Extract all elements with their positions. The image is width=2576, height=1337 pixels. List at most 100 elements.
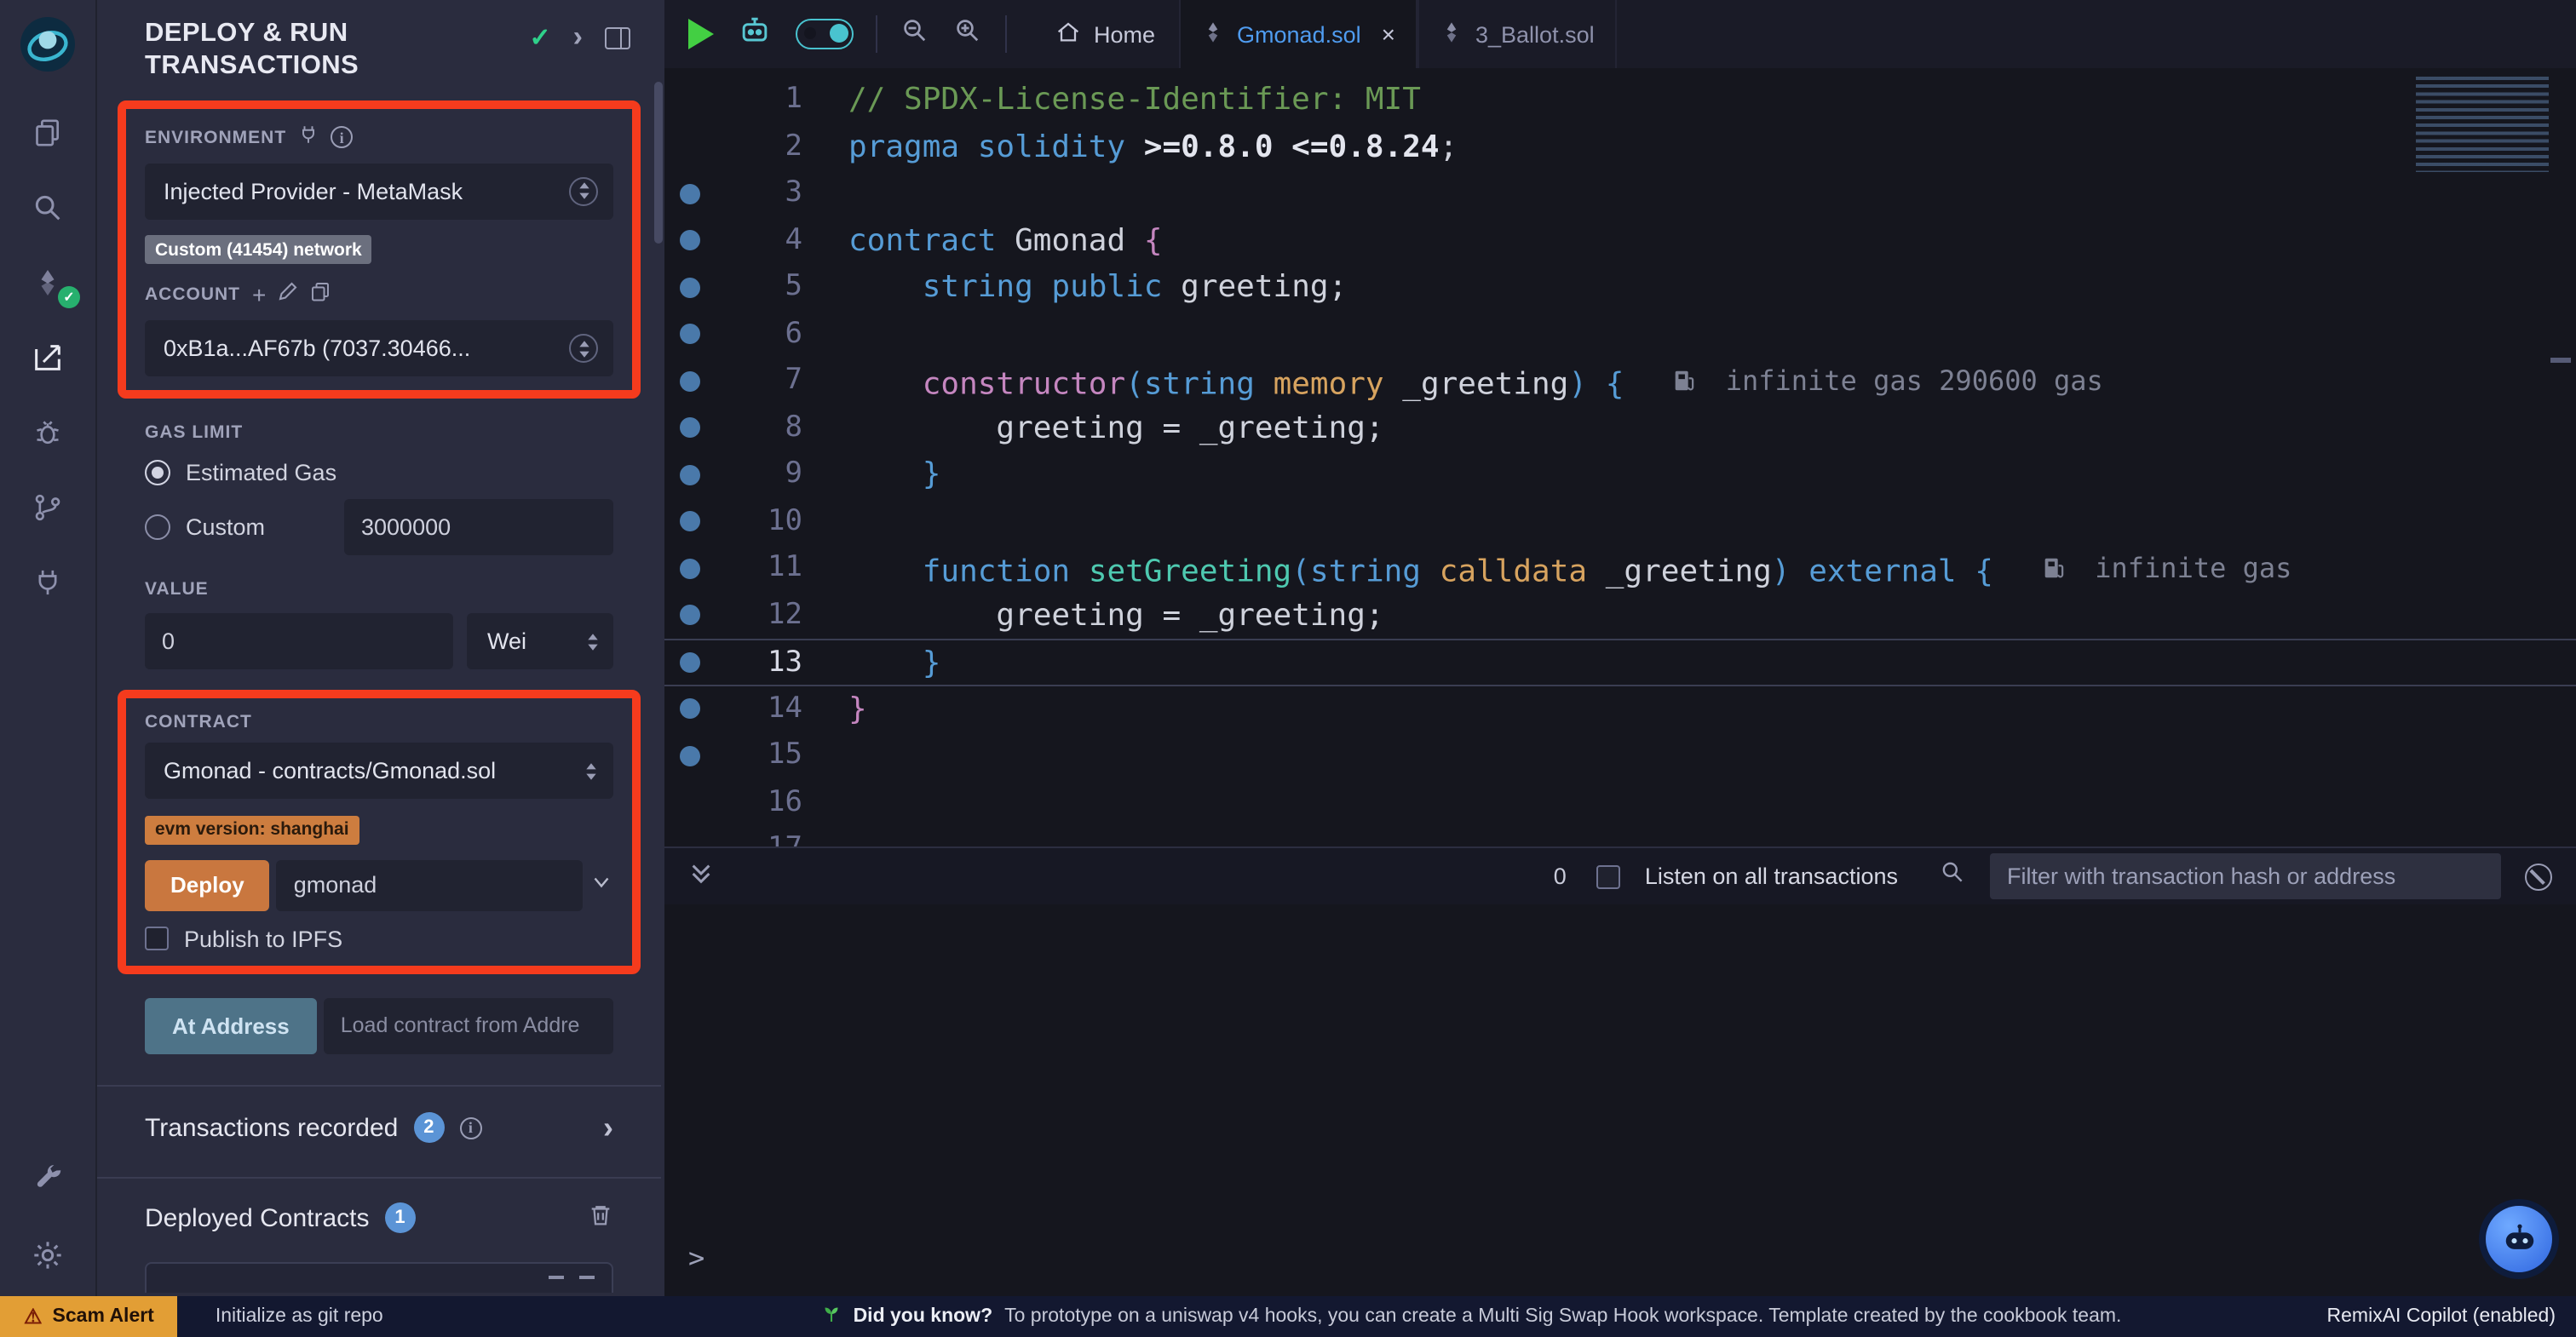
estimated-gas-option[interactable]: Estimated Gas <box>145 461 613 486</box>
tab-home[interactable]: Home <box>1031 0 1179 68</box>
chevron-right-icon[interactable] <box>603 1110 613 1146</box>
chevron-right-icon[interactable] <box>573 20 583 55</box>
trash-icon[interactable] <box>588 1202 613 1235</box>
code-line[interactable]: 3 <box>664 170 2576 217</box>
gutter[interactable] <box>664 640 714 684</box>
terminal-prompt[interactable]: > <box>688 1242 704 1274</box>
code-line[interactable]: 15 <box>664 732 2576 779</box>
pencil-icon[interactable] <box>278 280 298 311</box>
plug-icon[interactable] <box>298 123 319 153</box>
tab-gmonad[interactable]: Gmonad.sol <box>1179 0 1417 68</box>
code-line[interactable]: 12 greeting = _greeting; <box>664 592 2576 639</box>
debugger-icon[interactable] <box>0 395 95 470</box>
scrollbar[interactable] <box>2550 358 2571 363</box>
gutter[interactable] <box>664 77 714 123</box>
contract-select[interactable]: Gmonad - contracts/Gmonad.sol <box>145 743 613 800</box>
info-icon[interactable] <box>331 127 353 149</box>
settings-gear-icon[interactable] <box>0 1214 95 1296</box>
gutter[interactable] <box>664 217 714 264</box>
gutter[interactable] <box>664 405 714 451</box>
listen-checkbox[interactable] <box>1597 864 1621 888</box>
robot-icon[interactable] <box>736 11 773 57</box>
code-line[interactable]: 6 <box>664 311 2576 358</box>
gutter[interactable] <box>664 123 714 170</box>
terminal-panel[interactable]: > <box>664 904 2576 1296</box>
code-line[interactable]: 1// SPDX-License-Identifier: MIT <box>664 77 2576 123</box>
ban-icon[interactable] <box>2525 863 2552 890</box>
value-input[interactable] <box>145 614 453 670</box>
search-icon[interactable] <box>1939 858 1966 894</box>
code-line[interactable]: 11 function setGreeting(string calldata … <box>664 545 2576 592</box>
code-line[interactable]: 16 <box>664 779 2576 826</box>
code-token: { <box>1144 222 1163 258</box>
gutter[interactable] <box>664 826 714 846</box>
minimap[interactable] <box>2416 77 2549 172</box>
plugin-manager-icon[interactable] <box>0 545 95 620</box>
expand-terminal-icon[interactable] <box>688 859 714 893</box>
gutter[interactable] <box>664 264 714 311</box>
zoom-out-icon[interactable] <box>900 14 930 54</box>
panel-layout-icon[interactable] <box>605 26 630 49</box>
plus-icon[interactable]: + <box>252 284 266 307</box>
deploy-button[interactable]: Deploy <box>145 860 270 911</box>
git-icon[interactable] <box>0 470 95 545</box>
search-icon[interactable] <box>0 170 95 245</box>
publish-ipfs-option[interactable]: Publish to IPFS <box>145 927 613 952</box>
gutter[interactable] <box>664 779 714 826</box>
gutter[interactable] <box>664 686 714 732</box>
gutter[interactable] <box>664 451 714 498</box>
code-line[interactable]: 14} <box>664 686 2576 732</box>
checkbox-icon[interactable] <box>145 927 169 951</box>
deployed-contracts-row[interactable]: Deployed Contracts 1 <box>145 1202 613 1235</box>
gutter[interactable] <box>664 311 714 358</box>
code-line[interactable]: 13 } <box>664 639 2576 686</box>
deploy-arg-input[interactable] <box>277 860 583 911</box>
transaction-filter-input[interactable] <box>1990 853 2501 899</box>
code-line[interactable]: 9 } <box>664 451 2576 498</box>
value-unit-select[interactable]: Wei <box>467 614 613 670</box>
copy-icon[interactable] <box>310 280 331 311</box>
gutter[interactable] <box>664 170 714 217</box>
at-address-button[interactable]: At Address <box>145 998 317 1054</box>
gutter[interactable] <box>664 358 714 405</box>
code-line[interactable]: 4contract Gmonad { <box>664 217 2576 264</box>
gutter[interactable] <box>664 592 714 639</box>
gutter-dot-icon <box>679 184 699 204</box>
code-line[interactable]: 7 constructor(string memory _greeting) {… <box>664 358 2576 405</box>
code-line[interactable]: 10 <box>664 498 2576 545</box>
code-editor[interactable]: 1// SPDX-License-Identifier: MIT2pragma … <box>664 68 2576 846</box>
code-line[interactable]: 2pragma solidity >=0.8.0 <=0.8.24; <box>664 123 2576 170</box>
at-address-input[interactable] <box>324 998 613 1054</box>
info-icon[interactable] <box>459 1117 481 1139</box>
code-line[interactable]: 17 <box>664 826 2576 846</box>
ai-assistant-button[interactable] <box>2479 1199 2559 1279</box>
scam-alert-button[interactable]: Scam Alert <box>0 1296 178 1337</box>
gutter[interactable] <box>664 732 714 779</box>
remix-logo[interactable] <box>14 10 82 78</box>
account-select[interactable]: 0xB1a...AF67b (7037.30466... <box>145 321 613 377</box>
code-line[interactable]: 5 string public greeting; <box>664 264 2576 311</box>
git-init-button[interactable]: Initialize as git repo <box>216 1306 383 1327</box>
radio-selected-icon[interactable] <box>145 461 170 486</box>
play-icon[interactable] <box>688 19 714 49</box>
deployed-contract-card-partial[interactable] <box>145 1262 613 1293</box>
radio-icon[interactable] <box>145 515 170 541</box>
tab-ballot[interactable]: 3_Ballot.sol <box>1417 0 1617 68</box>
zoom-in-icon[interactable] <box>952 14 983 54</box>
tools-icon[interactable] <box>0 1139 95 1214</box>
transactions-recorded-row[interactable]: Transactions recorded 2 <box>145 1110 613 1146</box>
custom-gas-option[interactable]: Custom <box>145 500 613 556</box>
panel-scrollbar[interactable] <box>654 82 663 244</box>
environment-select[interactable]: Injected Provider - MetaMask <box>145 164 613 220</box>
close-icon[interactable] <box>1373 20 1395 48</box>
file-explorer-icon[interactable] <box>0 95 95 170</box>
gutter[interactable] <box>664 545 714 592</box>
line-number: 3 <box>714 170 802 217</box>
chevron-down-icon[interactable] <box>589 870 613 901</box>
custom-gas-input[interactable] <box>344 500 613 556</box>
copilot-toggle-icon[interactable] <box>796 19 854 49</box>
code-line[interactable]: 8 greeting = _greeting; <box>664 405 2576 451</box>
solidity-compiler-icon[interactable] <box>0 245 95 320</box>
deploy-run-icon[interactable] <box>0 320 95 395</box>
gutter[interactable] <box>664 498 714 545</box>
